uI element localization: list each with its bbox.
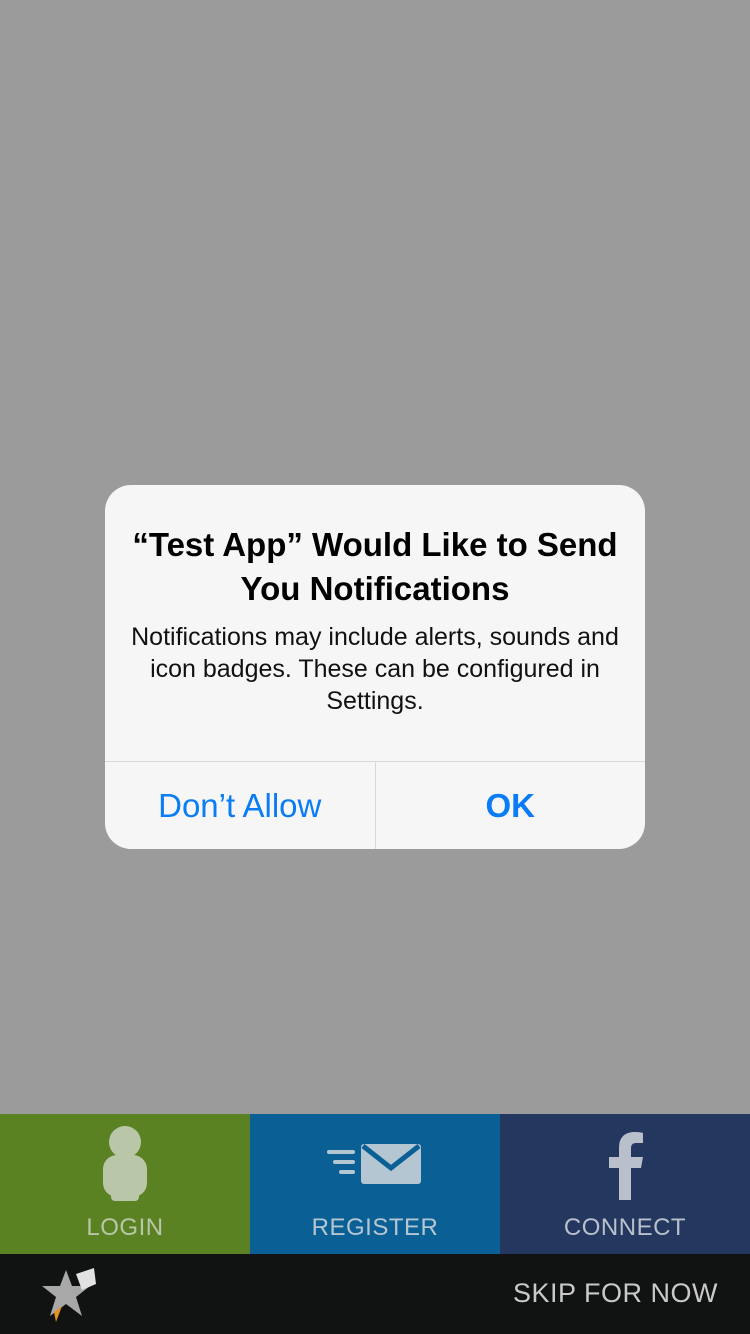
login-tab[interactable]: LOGIN (0, 1114, 250, 1254)
ok-button[interactable]: OK (374, 762, 646, 849)
dont-allow-button[interactable]: Don’t Allow (105, 762, 375, 849)
alert-message: Notifications may include alerts, sounds… (131, 623, 619, 715)
person-icon (0, 1124, 250, 1206)
facebook-icon (500, 1124, 750, 1206)
skip-for-now-button[interactable]: SKIP FOR NOW (513, 1278, 718, 1309)
connect-label: CONNECT (563, 1214, 687, 1241)
auth-tab-bar: LOGIN REGISTER CONNECT (0, 1114, 750, 1254)
alert-body: “Test App” Would Like to Send You Notifi… (105, 485, 645, 761)
notification-permission-alert: “Test App” Would Like to Send You Notifi… (105, 485, 645, 849)
alert-title: “Test App” Would Like to Send You Notifi… (132, 526, 618, 607)
register-tab[interactable]: REGISTER (250, 1114, 500, 1254)
star-logo-icon (42, 1268, 100, 1322)
mail-icon (250, 1124, 500, 1206)
login-label: LOGIN (86, 1214, 164, 1241)
register-label: REGISTER (311, 1214, 439, 1241)
app-screen: “Test App” Would Like to Send You Notifi… (0, 0, 750, 1334)
footer-bar: SKIP FOR NOW (0, 1254, 750, 1334)
alert-actions: Don’t Allow OK (105, 761, 645, 849)
connect-tab[interactable]: CONNECT (500, 1114, 750, 1254)
